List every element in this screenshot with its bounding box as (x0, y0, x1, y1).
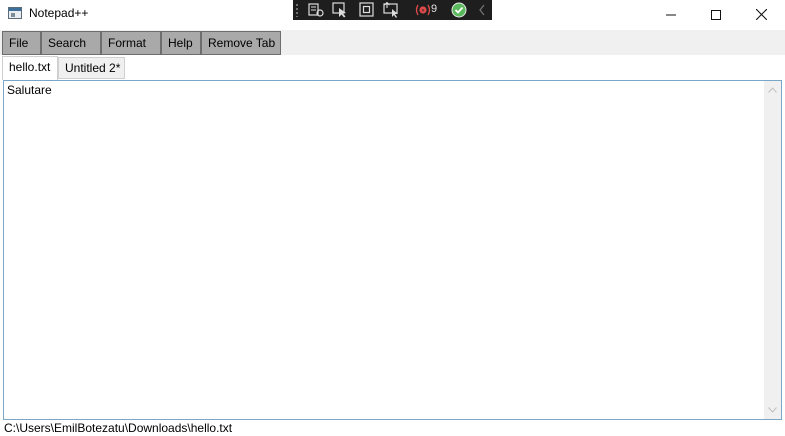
menu-bar: File Search Format Help Remove Tab (0, 30, 785, 55)
menu-search[interactable]: Search (41, 31, 101, 55)
tab-hello-txt[interactable]: hello.txt (2, 56, 58, 80)
maximize-icon (711, 9, 721, 20)
editor-content[interactable]: Salutare (7, 83, 52, 97)
in-app-debug-toolbar: × (293, 0, 492, 20)
scroll-up-icon[interactable] (764, 83, 781, 97)
window-title: Notepad++ (29, 6, 89, 20)
minimize-icon (666, 14, 676, 16)
maximize-button[interactable] (693, 0, 739, 28)
close-icon (755, 8, 767, 21)
scroll-down-icon[interactable] (764, 403, 781, 417)
binding-failures-icon[interactable]: × (415, 2, 431, 18)
visual-tree-icon[interactable] (307, 2, 325, 18)
svg-text:×: × (421, 9, 425, 15)
select-element-icon[interactable] (332, 2, 350, 18)
vertical-scrollbar[interactable] (764, 81, 781, 419)
tab-strip: hello.txt Untitled 2* (0, 55, 785, 80)
menu-format[interactable]: Format (101, 31, 161, 55)
track-focus-icon[interactable] (383, 2, 401, 18)
file-path: C:\Users\EmilBotezatu\Downloads\hello.tx… (4, 421, 233, 435)
menu-help[interactable]: Help (161, 31, 201, 55)
hot-reload-status-icon[interactable] (450, 2, 468, 18)
close-button[interactable] (738, 0, 784, 28)
notepad-app-icon (8, 7, 22, 19)
tab-untitled-2[interactable]: Untitled 2* (58, 57, 125, 79)
minimize-button[interactable] (648, 0, 694, 28)
collapse-chevron-icon[interactable] (476, 2, 488, 18)
text-editor[interactable]: Salutare (3, 80, 782, 420)
binding-failure-count: 9 (431, 3, 438, 15)
menu-remove-tab[interactable]: Remove Tab (201, 31, 281, 55)
drag-grip-icon[interactable] (295, 3, 299, 17)
display-layout-adorners-icon[interactable] (358, 2, 376, 18)
menu-file[interactable]: File (2, 31, 41, 55)
status-bar: C:\Users\EmilBotezatu\Downloads\hello.tx… (0, 420, 785, 436)
